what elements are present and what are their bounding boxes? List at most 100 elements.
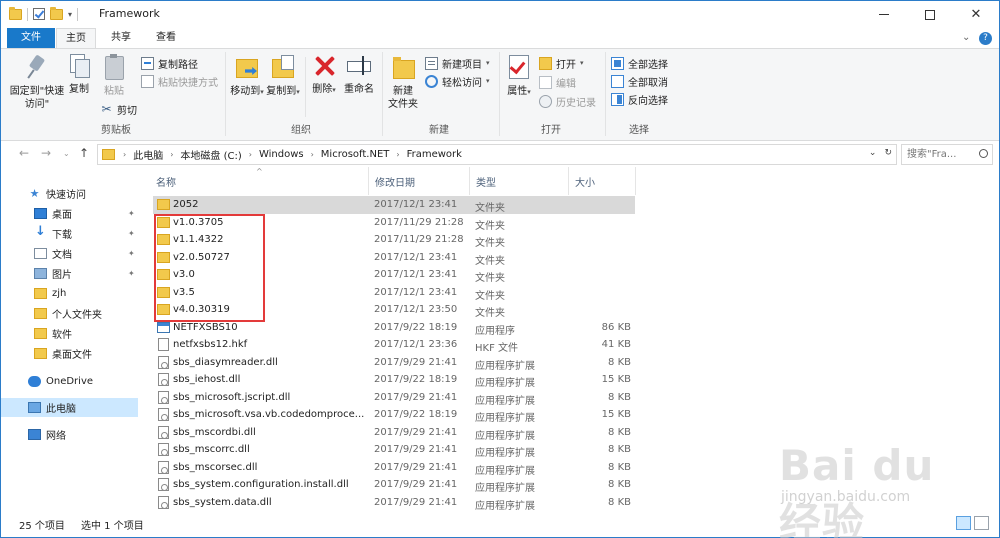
group-label-clipboard: 剪贴板 bbox=[101, 125, 131, 136]
properties-button[interactable]: 属性▾ bbox=[504, 53, 534, 99]
maximize-button[interactable] bbox=[907, 1, 953, 28]
minimize-button[interactable] bbox=[861, 1, 907, 28]
refresh-icon[interactable]: ↻ bbox=[884, 148, 892, 158]
help-icon[interactable]: ? bbox=[979, 32, 992, 45]
tab-view[interactable]: 查看 bbox=[146, 28, 186, 48]
window-title: Framework bbox=[99, 7, 160, 20]
address-dropdown-icon[interactable]: ⌄ bbox=[869, 148, 877, 158]
sidebar-item-network[interactable]: 网络 bbox=[1, 425, 138, 444]
folder-icon bbox=[157, 199, 170, 210]
chevron-right-icon[interactable]: › bbox=[396, 150, 399, 159]
file-date: 2017/9/22 18:19 bbox=[374, 409, 458, 420]
properties-icon[interactable] bbox=[33, 8, 45, 20]
chevron-right-icon[interactable]: › bbox=[170, 150, 173, 159]
copy-to-button[interactable]: 复制到▾ bbox=[266, 53, 300, 99]
file-row[interactable]: netfxsbs12.hkf 2017/12/1 23:36 HKF 文件 41 KB bbox=[153, 336, 635, 354]
sidebar-item-software[interactable]: 软件 bbox=[1, 324, 138, 343]
rename-button[interactable]: 重命名 bbox=[342, 53, 376, 96]
sidebar-item-onedrive[interactable]: OneDrive bbox=[1, 372, 138, 391]
select-none-button[interactable]: 全部取消 bbox=[611, 73, 668, 89]
collapse-ribbon-icon[interactable]: ⌄ bbox=[962, 32, 970, 43]
scissors-icon: ✂ bbox=[101, 101, 112, 116]
file-row[interactable]: sbs_mscorsec.dll 2017/9/29 21:41 应用程序扩展 8 K… bbox=[153, 459, 635, 477]
new-folder-icon bbox=[390, 53, 416, 81]
column-header-date[interactable]: 修改日期 bbox=[375, 174, 415, 189]
paste-shortcut-button[interactable]: 粘贴快捷方式 bbox=[141, 73, 218, 89]
file-row[interactable]: sbs_system.configuration.install.dll 2017… bbox=[153, 476, 635, 494]
column-divider[interactable] bbox=[635, 167, 636, 195]
sidebar-item-personal-folder[interactable]: 个人文件夹 bbox=[1, 304, 138, 323]
new-folder-icon[interactable] bbox=[50, 6, 63, 20]
invert-selection-button[interactable]: 反向选择 bbox=[611, 91, 668, 107]
sidebar-item-this-pc[interactable]: 此电脑 bbox=[1, 398, 138, 417]
easy-access-button[interactable]: 轻松访问 ▾ bbox=[425, 73, 490, 89]
minimize-icon bbox=[879, 14, 889, 15]
file-row[interactable]: sbs_iehost.dll 2017/9/22 18:19 应用程序扩展 15 KB bbox=[153, 371, 635, 389]
file-row[interactable]: 2052 2017/12/1 23:41 文件夹 bbox=[153, 196, 635, 214]
breadcrumb-microsoft-net[interactable]: Microsoft.NET bbox=[321, 149, 390, 160]
sidebar-item-label: 下载 bbox=[52, 230, 72, 241]
sidebar-item-pictures[interactable]: 图片 ✦ bbox=[1, 264, 138, 283]
file-row[interactable]: sbs_microsoft.jscript.dll 2017/9/29 21:41… bbox=[153, 389, 635, 407]
cut-button[interactable]: ✂ 剪切 bbox=[100, 101, 137, 117]
column-header-size[interactable]: 大小 bbox=[575, 174, 595, 189]
copy-path-button[interactable]: 复制路径 bbox=[141, 55, 198, 71]
tab-share[interactable]: 共享 bbox=[101, 28, 141, 48]
close-button[interactable]: ✕ bbox=[953, 1, 999, 28]
sidebar-item-zjh[interactable]: zjh bbox=[1, 284, 138, 303]
sidebar-item-documents[interactable]: 文档 ✦ bbox=[1, 244, 138, 263]
history-button[interactable]: 历史记录 bbox=[539, 93, 596, 109]
forward-arrow-icon[interactable]: → bbox=[41, 146, 51, 160]
details-view-button[interactable] bbox=[956, 516, 971, 530]
new-item-button[interactable]: 新建项目 ▾ bbox=[425, 55, 490, 71]
large-icons-view-button[interactable] bbox=[974, 516, 989, 530]
column-header-name[interactable]: 名称 bbox=[156, 174, 176, 189]
sidebar-item-desktop[interactable]: 桌面 ✦ bbox=[1, 204, 138, 223]
breadcrumb-local-disk[interactable]: 本地磁盘 (C:) bbox=[180, 147, 241, 162]
dll-file-icon bbox=[158, 355, 169, 369]
select-all-button[interactable]: 全部选择 bbox=[611, 55, 668, 71]
file-type: 文件夹 bbox=[475, 220, 505, 232]
pin-to-quick-access-button[interactable]: 固定到"快速访问" bbox=[9, 53, 65, 111]
chevron-right-icon[interactable]: › bbox=[311, 150, 314, 159]
network-icon bbox=[28, 429, 41, 440]
column-divider[interactable] bbox=[368, 167, 369, 195]
sidebar-item-desktop-files[interactable]: 桌面文件 bbox=[1, 344, 138, 363]
customize-toolbar-icon[interactable]: ▾ bbox=[68, 10, 72, 19]
chevron-right-icon[interactable]: › bbox=[123, 150, 126, 159]
copy-to-label: 复制到 bbox=[266, 86, 297, 97]
column-divider[interactable] bbox=[469, 167, 470, 195]
back-arrow-icon[interactable]: ← bbox=[19, 146, 29, 160]
file-date: 2017/11/29 21:28 bbox=[374, 234, 464, 245]
tab-home[interactable]: 主页 bbox=[56, 28, 96, 49]
column-divider[interactable] bbox=[568, 167, 569, 195]
file-row[interactable]: sbs_mscorrc.dll 2017/9/29 21:41 应用程序扩展 8 KB bbox=[153, 441, 635, 459]
file-size: 8 KB bbox=[608, 391, 631, 403]
address-bar[interactable]: › 此电脑 › 本地磁盘 (C:) › Windows › Microsoft.… bbox=[97, 144, 897, 165]
file-row[interactable]: sbs_microsoft.vsa.vb.codedomproce... 2017… bbox=[153, 406, 635, 424]
recent-locations-icon[interactable]: ⌄ bbox=[63, 149, 70, 158]
new-folder-button[interactable]: 新建 文件夹 bbox=[386, 53, 420, 111]
copy-button[interactable]: 复制 bbox=[65, 53, 93, 96]
column-header-type[interactable]: 类型 bbox=[476, 174, 496, 189]
file-size: 8 KB bbox=[608, 426, 631, 438]
paste-button[interactable]: 粘贴 bbox=[98, 53, 130, 98]
chevron-right-icon[interactable]: › bbox=[249, 150, 252, 159]
move-to-button[interactable]: 移动到▾ bbox=[230, 53, 264, 99]
edit-button[interactable]: 编辑 bbox=[539, 74, 576, 90]
sidebar-item-downloads[interactable]: 下载 ✦ bbox=[1, 224, 138, 243]
search-input[interactable]: 搜索"Fra... bbox=[901, 144, 993, 165]
file-row[interactable]: sbs_diasymreader.dll 2017/9/29 21:41 应用程序扩… bbox=[153, 354, 635, 372]
file-row[interactable]: sbs_system.data.dll 2017/9/29 21:41 应用程序扩展… bbox=[153, 494, 635, 512]
breadcrumb-framework[interactable]: Framework bbox=[407, 149, 462, 160]
breadcrumb-this-pc[interactable]: 此电脑 bbox=[133, 147, 163, 162]
breadcrumb-windows[interactable]: Windows bbox=[259, 149, 304, 160]
file-row[interactable]: sbs_mscordbi.dll 2017/9/29 21:41 应用程序扩展 8 K… bbox=[153, 424, 635, 442]
file-name: netfxsbs12.hkf bbox=[173, 339, 248, 350]
up-arrow-icon[interactable]: ↑ bbox=[79, 146, 89, 160]
tab-file[interactable]: 文件 bbox=[7, 28, 55, 48]
title-bar: ▾ Framework ✕ bbox=[1, 1, 999, 28]
delete-button[interactable]: 删除▾ bbox=[310, 53, 338, 97]
open-button[interactable]: 打开 ▾ bbox=[539, 55, 584, 71]
sidebar-item-quick-access[interactable]: ★ 快速访问 bbox=[1, 184, 138, 203]
